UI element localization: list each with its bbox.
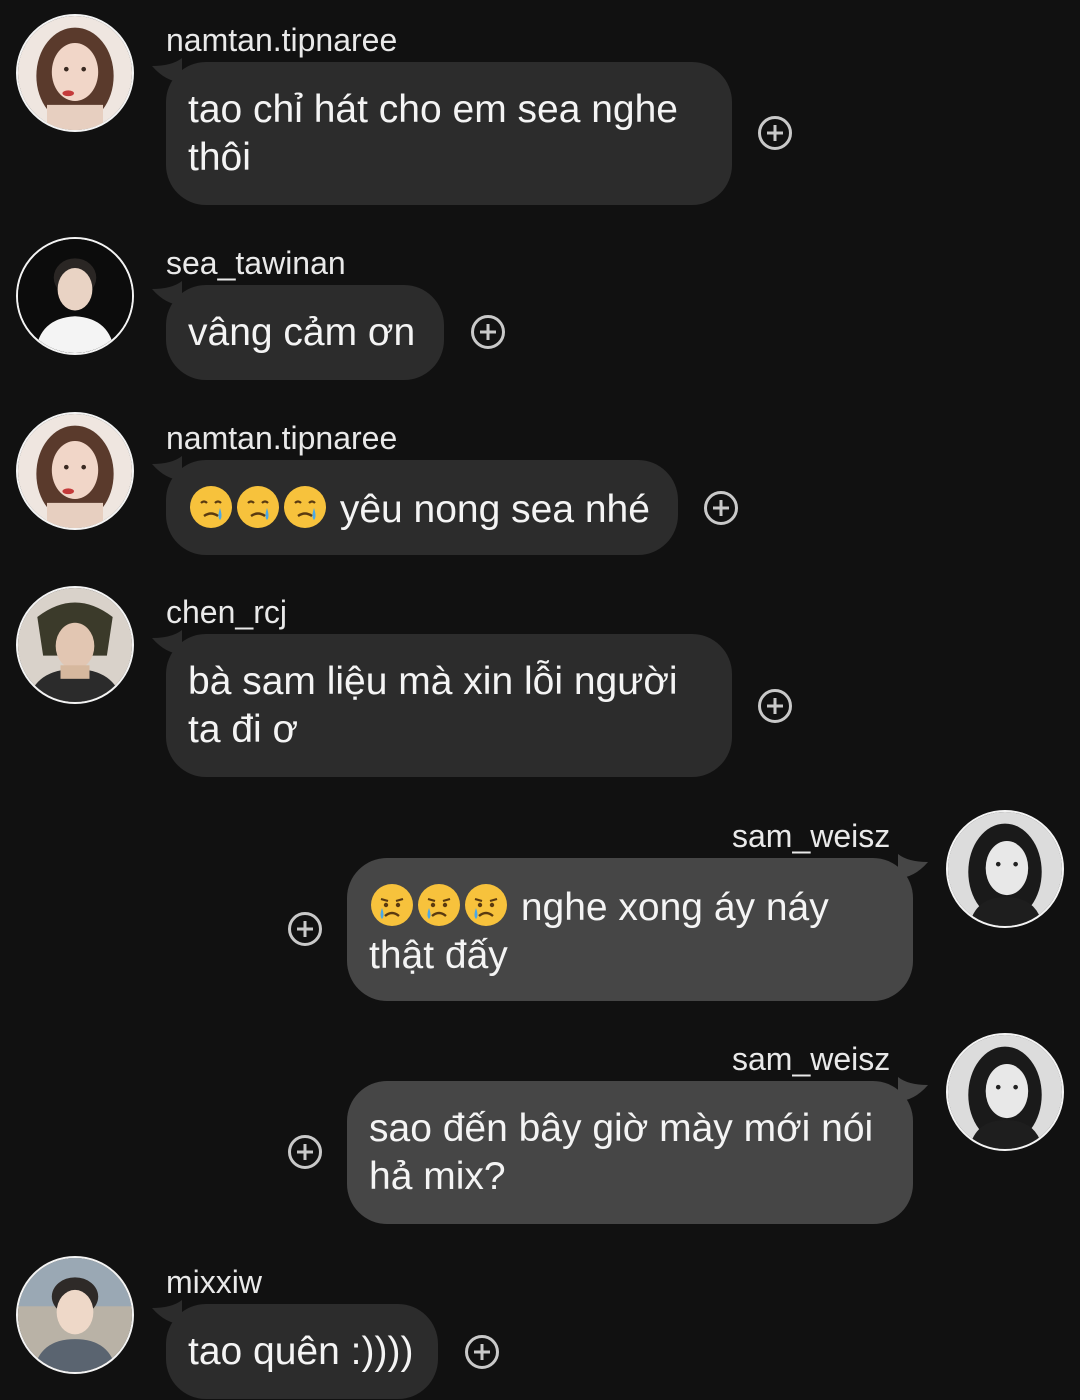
message-bubble[interactable]: yêu nong sea nhé [166, 460, 678, 555]
woman-portrait-avatar [18, 414, 132, 528]
sad-tear-face-emoji [416, 884, 463, 929]
user-avatar[interactable] [16, 412, 134, 530]
sad-tear-face-emoji [369, 884, 416, 929]
woman-bw-portrait-avatar [948, 812, 1062, 926]
username[interactable]: chen_rcj [166, 594, 287, 630]
message-text: tao chỉ hát cho em sea nghe thôi [188, 88, 678, 179]
username[interactable]: namtan.tipnaree [166, 22, 397, 58]
sad-tear-face-emoji [463, 884, 510, 929]
user-avatar[interactable] [946, 1033, 1064, 1151]
message-text: yêu nong sea nhé [329, 488, 650, 531]
message-bubble[interactable]: bà sam liệu mà xin lỗi người ta đi ơ [166, 634, 732, 777]
user-avatar[interactable] [16, 586, 134, 704]
add-reaction-button[interactable] [288, 1135, 322, 1169]
message-text: tao quên :)))) [188, 1330, 414, 1373]
bubble-tail [898, 854, 928, 878]
crying-face-emoji [188, 486, 235, 531]
user-avatar[interactable] [946, 810, 1064, 928]
man-portrait-avatar [18, 1258, 132, 1372]
bubble-tail [152, 456, 182, 480]
crying-face-emoji [235, 486, 282, 531]
username[interactable]: sea_tawinan [166, 245, 346, 281]
message-text: sao đến bây giờ mày mới nói hả mix? [369, 1107, 874, 1198]
bubble-tail [152, 1300, 182, 1324]
message-bubble[interactable]: nghe xong áy náy thật đấy [347, 858, 913, 1001]
add-reaction-button[interactable] [465, 1335, 499, 1369]
user-avatar[interactable] [16, 1256, 134, 1374]
message-text: vâng cảm ơn [188, 311, 416, 354]
add-reaction-button[interactable] [758, 689, 792, 723]
add-reaction-button[interactable] [704, 491, 738, 525]
add-reaction-button[interactable] [288, 912, 322, 946]
message-bubble[interactable]: tao quên :)))) [166, 1304, 438, 1399]
add-reaction-button[interactable] [471, 315, 505, 349]
username[interactable]: mixxiw [166, 1264, 262, 1300]
add-reaction-button[interactable] [758, 116, 792, 150]
message-bubble[interactable]: sao đến bây giờ mày mới nói hả mix? [347, 1081, 913, 1224]
man-portrait-avatar [18, 239, 132, 353]
username[interactable]: sam_weisz [732, 1041, 890, 1077]
message-text: bà sam liệu mà xin lỗi người ta đi ơ [188, 660, 678, 751]
man-portrait-avatar [18, 588, 132, 702]
message-bubble[interactable]: vâng cảm ơn [166, 285, 444, 380]
crying-face-emoji [282, 486, 329, 531]
bubble-tail [898, 1077, 928, 1101]
bubble-tail [152, 58, 182, 82]
user-avatar[interactable] [16, 237, 134, 355]
bubble-tail [152, 281, 182, 305]
username[interactable]: sam_weisz [732, 818, 890, 854]
user-avatar[interactable] [16, 14, 134, 132]
woman-bw-portrait-avatar [948, 1035, 1062, 1149]
message-bubble[interactable]: tao chỉ hát cho em sea nghe thôi [166, 62, 732, 205]
woman-portrait-avatar [18, 16, 132, 130]
username[interactable]: namtan.tipnaree [166, 420, 397, 456]
bubble-tail [152, 630, 182, 654]
